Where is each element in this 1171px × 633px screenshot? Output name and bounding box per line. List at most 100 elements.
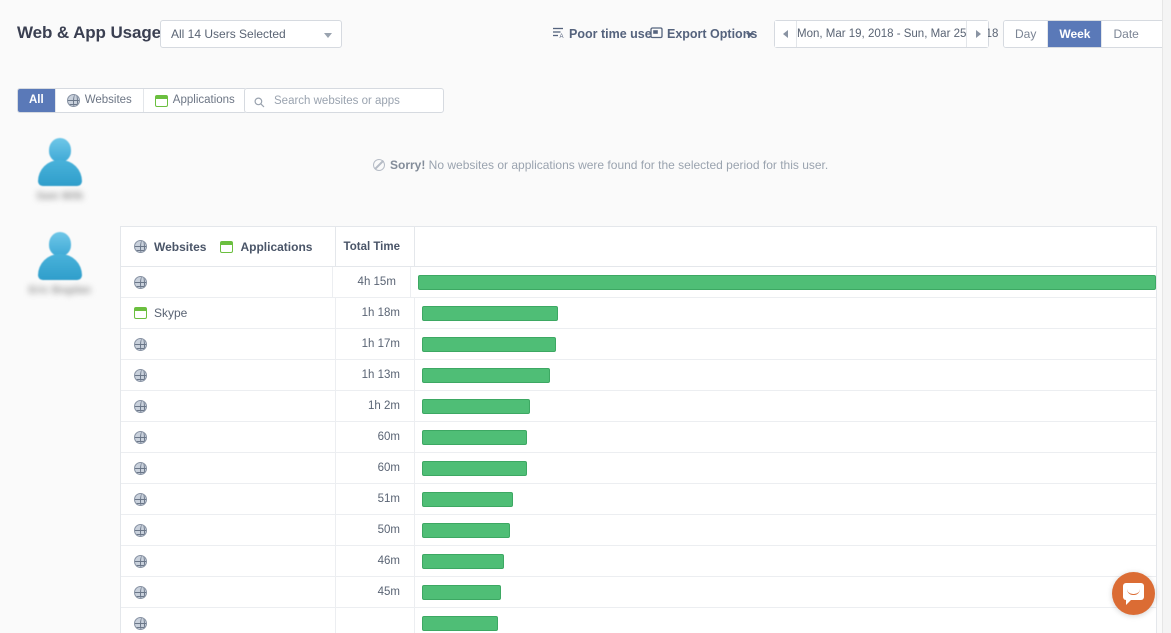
usage-bar	[422, 584, 502, 600]
usage-bar	[422, 305, 559, 321]
usage-bar	[422, 491, 513, 507]
row-total-time: 51m	[336, 484, 415, 514]
usage-bar	[422, 553, 505, 569]
tab-all[interactable]: All	[18, 89, 56, 112]
row-bar-cell	[415, 391, 1156, 421]
table-row[interactable]: 46m	[121, 546, 1156, 577]
globe-icon	[134, 240, 147, 253]
globe-icon	[134, 430, 147, 444]
user-avatar-2[interactable]: Eric Bogdan	[0, 228, 120, 296]
avatar-head	[49, 138, 71, 162]
usage-bar	[417, 274, 1156, 290]
table-row[interactable]: 60m	[121, 422, 1156, 453]
chevron-down-icon[interactable]	[746, 33, 754, 37]
row-name-cell	[121, 267, 333, 297]
tab-all-label: All	[29, 94, 44, 106]
row-bar-cell	[415, 453, 1156, 483]
range-button-day[interactable]: Day	[1004, 21, 1049, 47]
table-header-bar	[415, 227, 1156, 266]
page-header: Web & App Usage All 14 Users Selected A …	[0, 0, 1171, 68]
table-row[interactable]: 50m	[121, 515, 1156, 546]
date-range-label[interactable]: Mon, Mar 19, 2018 - Sun, Mar 25, 2018	[797, 21, 998, 47]
row-total-time: 60m	[336, 453, 415, 483]
user-select-dropdown[interactable]: All 14 Users Selected	[160, 20, 342, 48]
table-row[interactable]: 51m	[121, 484, 1156, 515]
row-name-cell: Skype	[121, 298, 336, 328]
row-bar-cell	[415, 329, 1156, 359]
row-total-time: 1h 18m	[336, 298, 415, 328]
poor-time-use-button[interactable]: Poor time use	[569, 27, 652, 41]
application-window-icon	[154, 94, 168, 107]
export-options-button[interactable]: Export Options	[667, 27, 757, 41]
row-total-time: 45m	[336, 577, 415, 607]
row-bar-cell	[415, 546, 1156, 576]
user-name-1: Sam Wilk	[36, 191, 84, 202]
user-avatar-icon	[34, 228, 86, 280]
globe-icon	[66, 94, 80, 107]
usage-bar	[422, 460, 528, 476]
table-header-name: Websites Applications	[121, 227, 336, 266]
globe-icon	[134, 399, 147, 413]
export-icon[interactable]	[650, 26, 663, 44]
no-entry-icon	[373, 159, 385, 171]
support-chat-button[interactable]	[1112, 572, 1155, 615]
user-avatar-icon	[34, 134, 86, 186]
content-type-tabs: All Websites Applications	[17, 88, 247, 113]
row-bar-cell	[415, 360, 1156, 390]
user-select-value: All 14 Users Selected	[171, 27, 286, 41]
date-range-picker[interactable]: Mon, Mar 19, 2018 - Sun, Mar 25, 2018	[774, 20, 998, 48]
tab-websites[interactable]: Websites	[55, 89, 144, 112]
search-icon	[254, 95, 265, 108]
row-name-cell	[121, 360, 336, 390]
row-bar-cell	[415, 298, 1156, 328]
usage-bar	[422, 398, 530, 414]
tab-websites-label: Websites	[84, 94, 132, 106]
table-row[interactable]: 4h 15m	[121, 267, 1156, 298]
chevron-down-icon	[324, 33, 332, 38]
row-bar-cell	[415, 608, 1156, 633]
sort-filter-icon[interactable]: A	[552, 26, 565, 44]
table-header-row: Websites Applications Total Time	[121, 227, 1156, 267]
date-range-next-button[interactable]	[966, 21, 988, 47]
globe-icon	[134, 492, 147, 506]
row-total-time: 4h 15m	[333, 267, 411, 297]
user-avatar-1[interactable]: Sam Wilk	[0, 134, 120, 202]
notice-text: No websites or applications were found f…	[425, 158, 829, 172]
tab-applications[interactable]: Applications	[143, 89, 246, 112]
table-row[interactable]: 1h 17m	[121, 329, 1156, 360]
table-row[interactable]: 1h 2m	[121, 391, 1156, 422]
row-name-cell	[121, 515, 336, 545]
range-button-week[interactable]: Week	[1048, 21, 1103, 47]
table-row[interactable]: 60m	[121, 453, 1156, 484]
globe-icon	[134, 554, 147, 568]
row-name-cell	[121, 422, 336, 452]
globe-icon	[134, 523, 147, 537]
row-total-time: 1h 13m	[336, 360, 415, 390]
range-button-date-range[interactable]: Date Range	[1102, 21, 1170, 47]
row-bar-cell	[415, 515, 1156, 545]
page-scrollbar[interactable]	[1162, 0, 1171, 633]
notice-strong: Sorry!	[390, 158, 426, 172]
table-row[interactable]	[121, 608, 1156, 633]
date-range-prev-button[interactable]	[775, 21, 797, 47]
table-row[interactable]: 45m	[121, 577, 1156, 608]
search-input[interactable]	[272, 89, 438, 112]
table-row[interactable]: 1h 13m	[121, 360, 1156, 391]
column-websites-label: Websites	[154, 239, 207, 254]
svg-text:A: A	[560, 34, 564, 39]
row-name-cell	[121, 608, 336, 633]
row-total-time: 50m	[336, 515, 415, 545]
row-bar-cell	[411, 267, 1156, 297]
search-box[interactable]	[244, 88, 444, 113]
application-window-icon	[134, 307, 147, 319]
row-total-time	[336, 608, 415, 633]
row-name-cell	[121, 577, 336, 607]
globe-icon	[134, 616, 147, 630]
row-name-cell	[121, 546, 336, 576]
avatar-head	[49, 232, 71, 256]
row-bar-cell	[415, 484, 1156, 514]
chevron-left-icon	[783, 30, 788, 38]
globe-icon	[134, 337, 147, 351]
globe-icon	[134, 275, 147, 289]
table-row[interactable]: Skype 1h 18m	[121, 298, 1156, 329]
